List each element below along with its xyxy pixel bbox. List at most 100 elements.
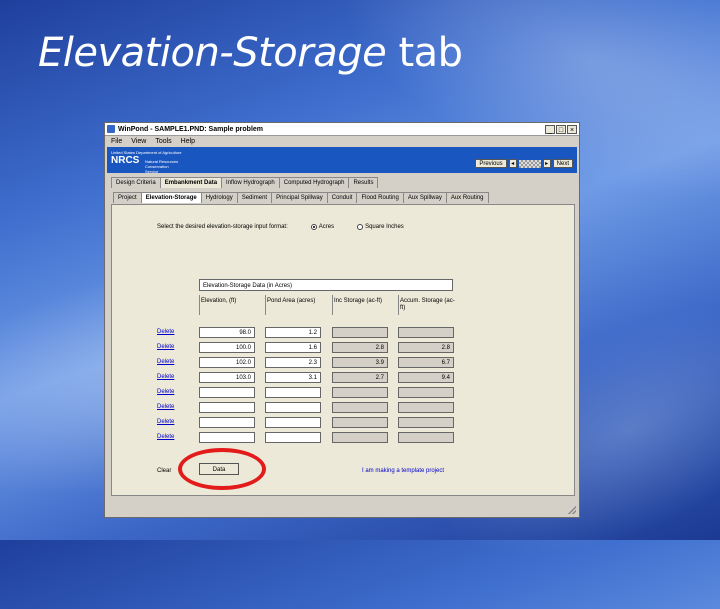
left-arrow-icon[interactable]: ◂	[508, 159, 517, 168]
service-name: Natural Resources Conservation Service	[145, 159, 181, 174]
accum-storage-value	[398, 387, 454, 398]
accum-storage-value: 2.8	[398, 342, 454, 353]
elevation-field[interactable]	[199, 432, 255, 443]
agency-banner: United States Department of Agriculture …	[107, 147, 577, 174]
square-inches-label: Square Inches	[365, 224, 404, 230]
service-line-2: Conservation Service	[145, 164, 169, 174]
pond-area-field[interactable]: 1.6	[265, 342, 321, 353]
tab-embankment-data[interactable]: Embankment Data	[159, 177, 223, 188]
menu-tools[interactable]: Tools	[155, 138, 171, 145]
tab-sediment[interactable]: Sediment	[236, 192, 273, 203]
sub-tab-strip: Project Elevation-Storage Hydrology Sedi…	[113, 192, 489, 204]
pond-area-field[interactable]: 2.3	[265, 357, 321, 368]
inc-storage-value	[332, 327, 388, 338]
tab-conduit[interactable]: Conduit	[326, 192, 358, 203]
tab-computed-hydrograph[interactable]: Computed Hydrograph	[278, 177, 350, 188]
tab-hydrology[interactable]: Hydrology	[200, 192, 238, 203]
inc-storage-value	[332, 432, 388, 443]
tab-design-criteria[interactable]: Design Criteria	[111, 177, 161, 188]
square-inches-radio[interactable]	[357, 224, 364, 230]
delete-link[interactable]: Delete	[157, 329, 174, 335]
minimize-button[interactable]: _	[545, 124, 555, 134]
acres-radio[interactable]	[310, 224, 317, 230]
column-divider	[332, 295, 333, 315]
window-titlebar[interactable]: WinPond - SAMPLE1.PND: Sample problem _ …	[105, 123, 579, 136]
elevation-field[interactable]: 102.0	[199, 357, 255, 368]
menu-file[interactable]: File	[111, 138, 122, 145]
accum-storage-value: 6.7	[398, 357, 454, 368]
header-pond-area: Pond Area (acres)	[267, 298, 316, 304]
inc-storage-value	[332, 387, 388, 398]
pond-area-field[interactable]	[265, 402, 321, 413]
resize-grip-icon[interactable]	[568, 506, 576, 514]
template-project-link[interactable]: I am making a template project	[362, 468, 444, 474]
slide-title-rest: tab	[398, 30, 463, 76]
accum-storage-value	[398, 402, 454, 413]
next-button[interactable]: Next	[552, 159, 573, 168]
tab-project[interactable]: Project	[113, 192, 142, 203]
tab-flood-routing[interactable]: Flood Routing	[356, 192, 404, 203]
units-selector: Select the desired elevation-storage inp…	[157, 224, 404, 230]
pond-area-field[interactable]: 3.1	[265, 372, 321, 383]
clear-label: Clear	[157, 468, 172, 474]
elevation-field[interactable]: 98.0	[199, 327, 255, 338]
application-window: WinPond - SAMPLE1.PND: Sample problem _ …	[104, 122, 580, 518]
accum-storage-value	[398, 417, 454, 428]
elevation-storage-panel: Select the desired elevation-storage inp…	[111, 204, 575, 496]
delete-link[interactable]: Delete	[157, 434, 174, 440]
menu-help[interactable]: Help	[181, 138, 195, 145]
menu-bar: File View Tools Help	[105, 136, 579, 147]
accum-storage-value	[398, 432, 454, 443]
tab-elevation-storage[interactable]: Elevation-Storage	[140, 192, 202, 203]
tab-principal-spillway[interactable]: Principal Spillway	[271, 192, 328, 203]
elevation-field[interactable]	[199, 402, 255, 413]
inc-storage-value: 2.8	[332, 342, 388, 353]
previous-button[interactable]: Previous	[475, 159, 507, 168]
column-divider	[398, 295, 399, 315]
nrcs-logo: United States Department of Agriculture …	[111, 150, 181, 174]
inc-storage-value	[332, 417, 388, 428]
inc-storage-value: 2.7	[332, 372, 388, 383]
delete-link[interactable]: Delete	[157, 389, 174, 395]
elevation-field[interactable]	[199, 387, 255, 398]
app-icon	[107, 125, 115, 133]
elevation-field[interactable]	[199, 417, 255, 428]
header-inc-storage: Inc Storage (ac-ft)	[334, 298, 383, 304]
main-tab-strip: Design Criteria Embankment Data Inflow H…	[111, 177, 379, 189]
delete-link[interactable]: Delete	[157, 419, 174, 425]
pond-area-field[interactable]	[265, 432, 321, 443]
delete-link[interactable]: Delete	[157, 359, 174, 365]
pond-area-field[interactable]	[265, 417, 321, 428]
units-label: Select the desired elevation-storage inp…	[157, 224, 288, 230]
slide-title: Elevation-Storage tab	[38, 30, 463, 76]
header-elevation: Elevation, (ft)	[201, 298, 237, 304]
delete-link[interactable]: Delete	[157, 344, 174, 350]
delete-link[interactable]: Delete	[157, 374, 174, 380]
tab-aux-routing[interactable]: Aux Routing	[445, 192, 489, 203]
right-arrow-icon[interactable]: ▸	[542, 159, 551, 168]
column-divider	[199, 295, 200, 315]
inc-storage-value: 3.9	[332, 357, 388, 368]
maximize-button[interactable]: □	[556, 124, 566, 134]
menu-view[interactable]: View	[131, 138, 146, 145]
grid-title: Elevation-Storage Data (in Acres)	[199, 279, 453, 291]
tab-inflow-hydrograph[interactable]: Inflow Hydrograph	[221, 177, 280, 188]
slide-title-italic: Elevation-Storage	[38, 30, 387, 76]
accum-storage-value	[398, 327, 454, 338]
navigation-controls: Previous ◂ ▸ Next	[475, 159, 573, 168]
tab-results[interactable]: Results	[348, 177, 379, 188]
pond-area-field[interactable]: 1.2	[265, 327, 321, 338]
inc-storage-value	[332, 402, 388, 413]
column-divider	[265, 295, 266, 315]
tab-aux-spillway[interactable]: Aux Spillway	[402, 192, 447, 203]
progress-indicator	[518, 159, 541, 168]
highlight-circle	[178, 448, 266, 490]
acres-label: Acres	[318, 224, 335, 230]
delete-link[interactable]: Delete	[157, 404, 174, 410]
close-button[interactable]: ×	[567, 124, 577, 134]
elevation-field[interactable]: 100.0	[199, 342, 255, 353]
accum-storage-value: 9.4	[398, 372, 454, 383]
elevation-field[interactable]: 103.0	[199, 372, 255, 383]
pond-area-field[interactable]	[265, 387, 321, 398]
header-accum-storage: Accum. Storage (ac-ft)	[400, 298, 455, 311]
